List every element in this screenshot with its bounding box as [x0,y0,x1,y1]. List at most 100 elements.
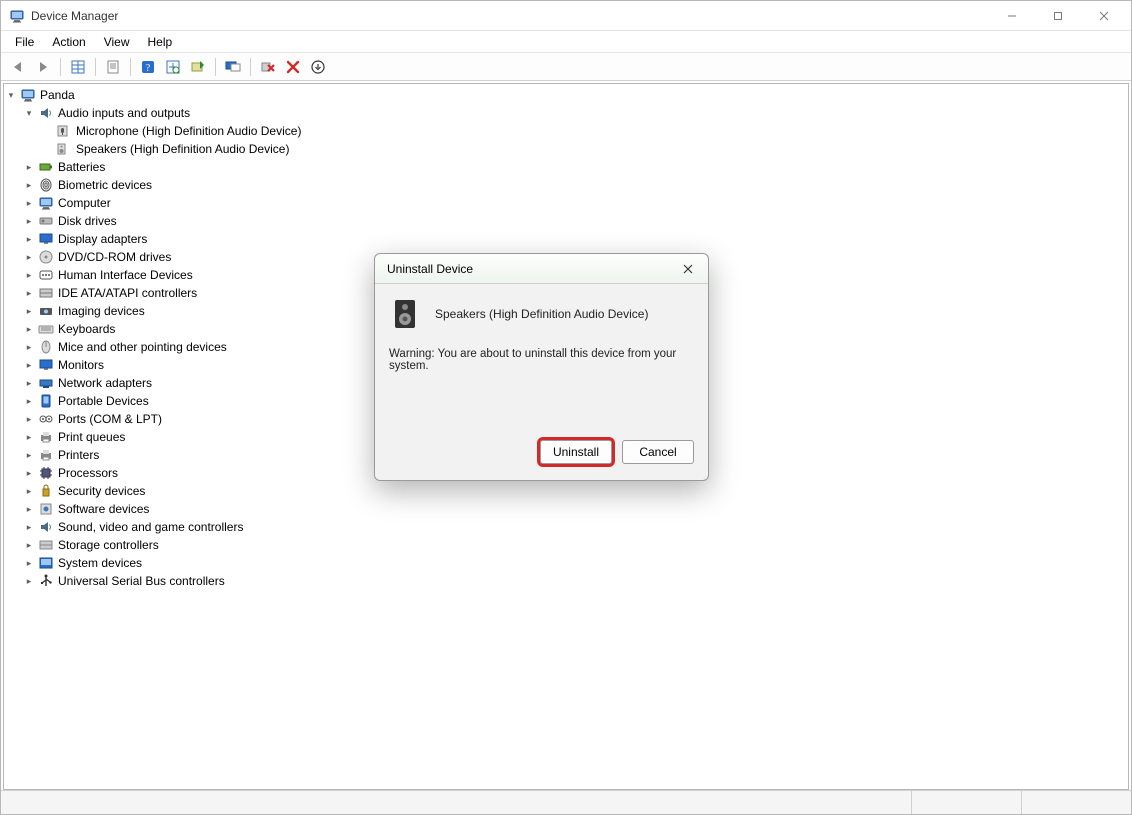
close-button[interactable] [1081,1,1127,31]
tree-category-disk-drives[interactable]: ▸ Disk drives [4,212,1128,230]
speaker-icon [389,298,421,330]
dialog-title: Uninstall Device [387,262,473,276]
disable-device-button[interactable] [282,56,304,78]
tree-label: Audio inputs and outputs [58,106,200,120]
expander-icon[interactable]: ▸ [22,430,36,444]
show-hide-tree-button[interactable] [67,56,89,78]
mic-icon [56,123,72,139]
expander-icon[interactable]: ▸ [22,196,36,210]
tree-category-system-devices[interactable]: ▸ System devices [4,554,1128,572]
back-button[interactable] [7,56,29,78]
expander-icon[interactable]: ▸ [22,376,36,390]
tree-label: System devices [58,556,152,570]
expander-icon[interactable]: ▸ [22,502,36,516]
tree-category-biometric-devices[interactable]: ▸ Biometric devices [4,176,1128,194]
expander-icon[interactable]: ▸ [22,358,36,372]
printer-icon [38,429,54,445]
mouse-icon [38,339,54,355]
menu-action[interactable]: Action [44,33,93,51]
forward-button[interactable] [32,56,54,78]
expander-icon[interactable]: ▸ [22,394,36,408]
scan-hardware-button[interactable] [162,56,184,78]
tree-label: Human Interface Devices [58,268,203,282]
tree-category-display-adapters[interactable]: ▸ Display adapters [4,230,1128,248]
tree-label: Imaging devices [58,304,155,318]
cpu-icon [38,465,54,481]
expander-icon[interactable]: ▸ [22,556,36,570]
expander-icon[interactable]: ▸ [22,466,36,480]
update-driver-button[interactable] [187,56,209,78]
tree-label: Printers [58,448,109,462]
tree-category-universal-serial-bus-controllers[interactable]: ▸ Universal Serial Bus controllers [4,572,1128,590]
expander-icon[interactable]: ▸ [22,520,36,534]
expander-icon[interactable]: ▾ [22,106,36,120]
expander-icon[interactable]: ▸ [22,160,36,174]
menu-help[interactable]: Help [140,33,181,51]
port-icon [38,411,54,427]
expander-icon[interactable]: ▾ [4,88,18,102]
tree-category-software-devices[interactable]: ▸ Software devices [4,500,1128,518]
expander-icon[interactable]: ▸ [22,250,36,264]
usb-icon [38,573,54,589]
toolbar [1,53,1131,81]
keyboard-icon [38,321,54,337]
expander-icon[interactable]: ▸ [22,178,36,192]
tree-category-storage-controllers[interactable]: ▸ Storage controllers [4,536,1128,554]
menu-file[interactable]: File [7,33,42,51]
add-legacy-button[interactable] [222,56,244,78]
menu-view[interactable]: View [96,33,138,51]
expander-icon[interactable]: ▸ [22,412,36,426]
tree-label: IDE ATA/ATAPI controllers [58,286,207,300]
uninstall-button[interactable]: Uninstall [540,440,612,464]
cancel-button[interactable]: Cancel [622,440,694,464]
expander-icon[interactable]: ▸ [22,304,36,318]
expander-icon[interactable]: ▸ [22,232,36,246]
finger-icon [38,177,54,193]
ide-icon [38,285,54,301]
expander-icon[interactable]: ▸ [22,448,36,462]
install-driver-button[interactable] [307,56,329,78]
tree-label: Monitors [58,358,114,372]
tree-label: Display adapters [58,232,157,246]
expander-icon[interactable]: ▸ [22,268,36,282]
expander-icon[interactable]: ▸ [22,286,36,300]
tree-label: Microphone (High Definition Audio Device… [76,124,311,138]
dialog-titlebar: Uninstall Device [375,254,708,284]
dialog-body: Speakers (High Definition Audio Device) … [375,284,708,434]
system-icon [38,555,54,571]
tree-device-speakers[interactable]: Speakers (High Definition Audio Device) [4,140,1128,158]
maximize-button[interactable] [1035,1,1081,31]
expander-icon[interactable]: ▸ [22,484,36,498]
speaker-icon [38,105,54,121]
uninstall-device-button[interactable] [257,56,279,78]
uninstall-dialog: Uninstall Device Speakers (High Definiti… [374,253,709,481]
titlebar: Device Manager [1,1,1131,31]
display-icon [38,357,54,373]
tree-label: Processors [58,466,128,480]
statusbar [1,790,1131,814]
help-button[interactable] [137,56,159,78]
tree-label: Biometric devices [58,178,162,192]
expander-icon[interactable]: ▸ [22,214,36,228]
tree-category-sound-video-and-game-controllers[interactable]: ▸ Sound, video and game controllers [4,518,1128,536]
dvd-icon [38,249,54,265]
expander-icon[interactable]: ▸ [22,322,36,336]
expander-icon[interactable]: ▸ [22,538,36,552]
tree-device-microphone[interactable]: Microphone (High Definition Audio Device… [4,122,1128,140]
security-icon [38,483,54,499]
tree-category-computer[interactable]: ▸ Computer [4,194,1128,212]
storage-icon [38,537,54,553]
tree-category-audio[interactable]: ▾ Audio inputs and outputs [4,104,1128,122]
tree-category-security-devices[interactable]: ▸ Security devices [4,482,1128,500]
tree-category-batteries[interactable]: ▸ Batteries [4,158,1128,176]
expander-icon[interactable]: ▸ [22,340,36,354]
tree-root[interactable]: ▾ Panda [4,86,1128,104]
display-icon [38,231,54,247]
app-icon [9,8,25,24]
dialog-close-button[interactable] [674,258,702,280]
properties-button[interactable] [102,56,124,78]
portable-icon [38,393,54,409]
speaker-dev-icon [56,141,72,157]
expander-icon[interactable]: ▸ [22,574,36,588]
minimize-button[interactable] [989,1,1035,31]
